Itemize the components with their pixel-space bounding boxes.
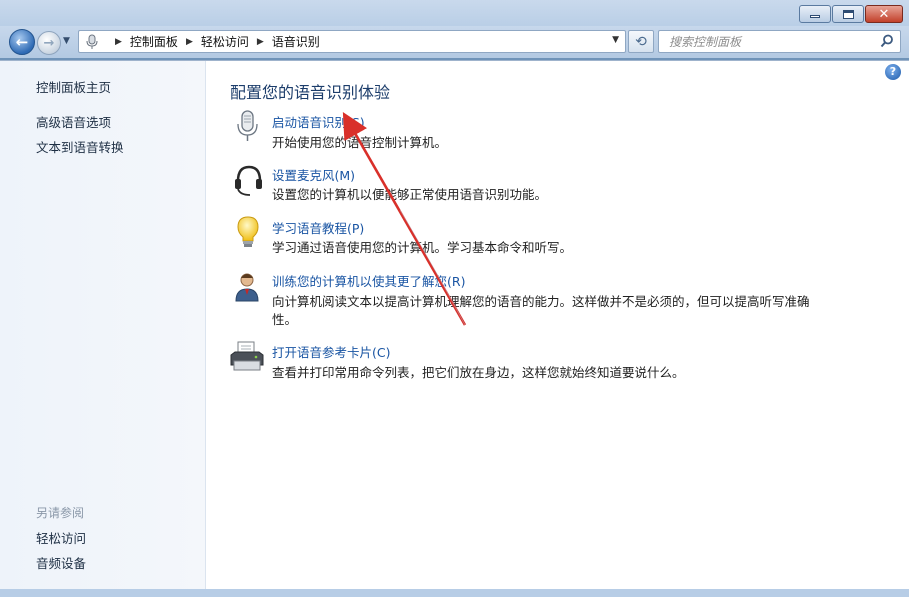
refresh-button[interactable]: ⟲ (628, 30, 654, 53)
sidebar-item-advanced-speech-options[interactable]: 高级语音选项 (36, 112, 111, 131)
maximize-button[interactable] (832, 5, 864, 23)
sidebar-item-ease-of-access[interactable]: 轻松访问 (36, 528, 86, 547)
breadcrumb-separator-icon[interactable]: ▶ (186, 37, 193, 47)
task-description: 学习通过语音使用您的计算机。学习基本命令和听写。 (272, 240, 573, 255)
help-icon[interactable]: ? (885, 64, 901, 80)
chevron-down-icon: ▼ (63, 36, 70, 46)
microphone-icon (237, 110, 258, 141)
setup-microphone-link[interactable]: 设置麦克风(M) (272, 165, 355, 184)
maximize-icon (842, 9, 854, 19)
breadcrumb-ease-of-access[interactable]: 轻松访问 (201, 33, 249, 50)
speech-tutorial-link[interactable]: 学习语音教程(P) (272, 218, 364, 237)
breadcrumb-control-panel[interactable]: 控制面板 (130, 33, 178, 50)
arrow-left-icon: ← (15, 33, 29, 51)
breadcrumb-speech-recognition[interactable]: 语音识别 (272, 33, 320, 50)
content-area: 控制面板主页 高级语音选项 文本到语音转换 另请参阅 轻松访问 音频设备 ? 配… (0, 60, 909, 597)
printer-icon (230, 341, 264, 371)
back-button[interactable]: ← (9, 29, 35, 55)
microphone-icon (86, 34, 98, 49)
minimize-button[interactable] (799, 5, 831, 23)
task-description: 开始使用您的语音控制计算机。 (272, 135, 448, 150)
forward-button[interactable]: → (37, 31, 61, 55)
task-description-continued: 性。 (272, 312, 298, 327)
arrow-right-icon: → (43, 35, 55, 51)
start-speech-recognition-link[interactable]: 启动语音识别(S) (272, 112, 365, 131)
close-icon: ✕ (878, 6, 890, 22)
close-button[interactable]: ✕ (865, 5, 903, 23)
headset-icon (235, 165, 262, 196)
task-description: 向计算机阅读文本以提高计算机理解您的语音的能力。这样做并不是必须的，但可以提高听… (272, 294, 810, 309)
see-also-header: 另请参阅 (36, 506, 85, 520)
window-controls: ✕ (799, 5, 903, 23)
refresh-icon: ⟲ (635, 33, 647, 50)
breadcrumb-separator-icon[interactable]: ▶ (257, 37, 264, 47)
open-reference-card-link[interactable]: 打开语音参考卡片(C) (272, 342, 390, 361)
address-bar[interactable]: ▶ 控制面板 ▶ 轻松访问 ▶ 语音识别 ▼ (78, 30, 626, 53)
sidebar-item-audio-devices[interactable]: 音频设备 (36, 553, 86, 572)
address-dropdown-icon[interactable]: ▼ (612, 35, 619, 45)
lightbulb-icon (237, 216, 259, 247)
task-description: 设置您的计算机以便能够正常使用语音识别功能。 (272, 187, 548, 202)
minimize-icon (810, 15, 820, 18)
window-bottom-border (0, 589, 909, 597)
recent-pages-dropdown[interactable]: ▼ (63, 36, 70, 46)
search-icon[interactable] (880, 34, 894, 48)
page-title: 配置您的语音识别体验 (230, 83, 391, 102)
navigation-bar: ← → ▼ ▶ 控制面板 ▶ 轻松访问 ▶ 语音识别 ▼ ⟲ (0, 26, 909, 58)
sidebar-item-text-to-speech[interactable]: 文本到语音转换 (36, 137, 124, 156)
search-box[interactable] (658, 30, 901, 53)
search-input[interactable] (669, 34, 869, 49)
breadcrumb-separator-icon: ▶ (115, 36, 122, 47)
train-computer-link[interactable]: 训练您的计算机以使其更了解您(R) (272, 271, 465, 290)
user-training-icon (235, 273, 259, 302)
sidebar-item-control-panel-home[interactable]: 控制面板主页 (36, 77, 111, 96)
sidebar: 控制面板主页 高级语音选项 文本到语音转换 另请参阅 轻松访问 音频设备 (0, 61, 206, 597)
task-description: 查看并打印常用命令列表，把它们放在身边，这样您就始终知道要说什么。 (272, 365, 685, 380)
